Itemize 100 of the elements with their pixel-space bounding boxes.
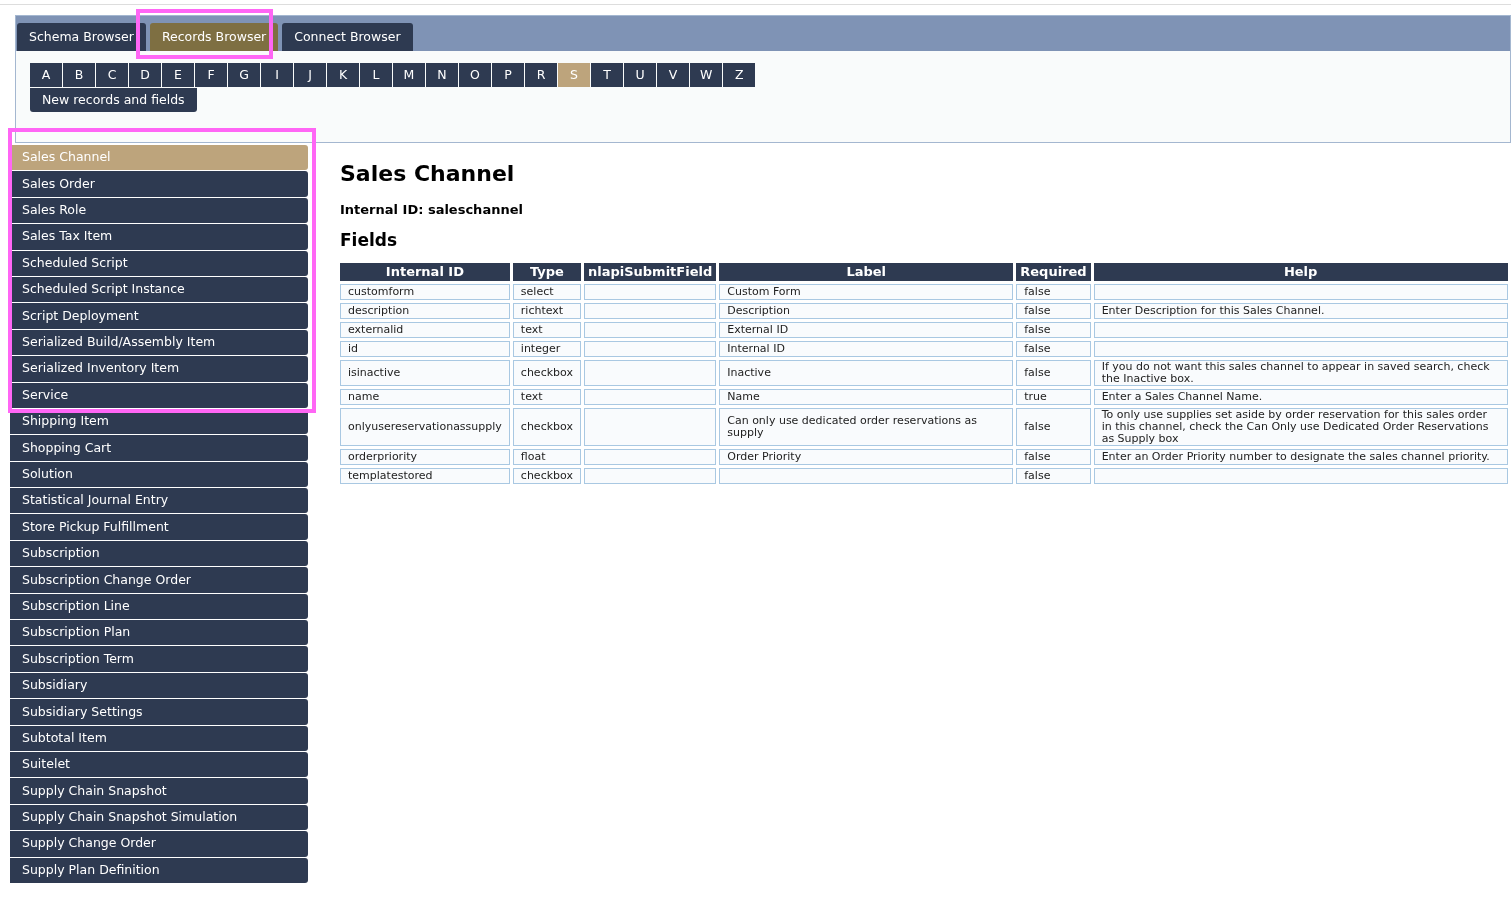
- table-cell: checkbox: [512, 360, 581, 386]
- table-cell: Order Priority: [719, 449, 1014, 465]
- sidebar-item[interactable]: Sales Tax Item: [10, 224, 308, 250]
- column-header: Required: [1016, 263, 1091, 281]
- letter-button[interactable]: W: [690, 63, 723, 87]
- column-header: Label: [719, 263, 1014, 281]
- table-cell: isinactive: [340, 360, 510, 386]
- sidebar-item[interactable]: Store Pickup Fulfillment: [10, 514, 308, 540]
- table-cell: integer: [512, 341, 581, 357]
- letter-button[interactable]: D: [129, 63, 161, 87]
- table-cell: false: [1016, 322, 1091, 338]
- sidebar-item[interactable]: Scheduled Script Instance: [10, 276, 308, 303]
- letter-button[interactable]: P: [492, 63, 524, 87]
- sidebar-item[interactable]: Subscription: [10, 540, 308, 567]
- table-cell: false: [1016, 360, 1091, 386]
- new-records-button[interactable]: New records and fields: [30, 88, 197, 113]
- table-cell: To only use supplies set aside by order reservation for this sales order in this channel, check the Can Only use Dedicated Order Reservations as Supply box: [1093, 408, 1508, 446]
- sidebar-item[interactable]: Subscription Change Order: [10, 567, 308, 593]
- sidebar-item[interactable]: Subtotal Item: [10, 725, 308, 751]
- sidebar-item[interactable]: Suitelet: [10, 752, 308, 778]
- column-header: nlapiSubmitField: [583, 263, 717, 281]
- sidebar-item[interactable]: Solution: [10, 461, 308, 488]
- tab[interactable]: Schema Browser: [17, 23, 146, 51]
- letter-button[interactable]: A: [30, 63, 62, 87]
- letter-button[interactable]: Z: [723, 63, 756, 87]
- letter-button[interactable]: U: [624, 63, 656, 87]
- table-cell: orderpriority: [340, 449, 510, 465]
- table-cell: true: [1016, 389, 1091, 405]
- sidebar-item[interactable]: Service: [10, 382, 308, 408]
- sidebar-item[interactable]: Subsidiary Settings: [10, 699, 308, 725]
- table-cell: text: [512, 389, 581, 405]
- letter-button[interactable]: J: [294, 63, 326, 87]
- sidebar-item[interactable]: Serialized Inventory Item: [10, 356, 308, 382]
- letter-button[interactable]: R: [525, 63, 557, 87]
- fields-heading: Fields: [340, 228, 399, 252]
- letter-button[interactable]: B: [63, 63, 95, 87]
- table-cell: select: [512, 284, 581, 300]
- table-cell: false: [1016, 408, 1091, 446]
- table-cell: Description: [719, 303, 1014, 319]
- letter-button[interactable]: V: [657, 63, 689, 87]
- table-cell: id: [340, 341, 510, 357]
- sidebar-item[interactable]: Shopping Cart: [10, 435, 308, 461]
- sidebar-item[interactable]: Subscription Line: [10, 593, 308, 620]
- sidebar-item[interactable]: Subsidiary: [10, 672, 308, 699]
- table-cell: name: [340, 389, 510, 405]
- sidebar-item[interactable]: Statistical Journal Entry: [10, 488, 308, 514]
- table-cell: External ID: [719, 322, 1014, 338]
- table-cell: false: [1016, 284, 1091, 300]
- sidebar-item[interactable]: Serialized Build/Assembly Item: [10, 329, 308, 356]
- table-cell: false: [1016, 341, 1091, 357]
- sidebar-item[interactable]: Sales Role: [10, 197, 308, 224]
- table-cell: Custom Form: [719, 284, 1014, 300]
- sidebar-item[interactable]: Supply Change Order: [10, 831, 308, 857]
- letter-button[interactable]: K: [327, 63, 359, 87]
- sidebar-item[interactable]: Supply Chain Snapshot Simulation: [10, 804, 308, 831]
- letter-button[interactable]: E: [162, 63, 194, 87]
- sidebar-item[interactable]: Supply Plan Definition: [10, 857, 308, 883]
- letter-button[interactable]: N: [426, 63, 458, 87]
- column-header: Type: [512, 263, 581, 281]
- table-cell: checkbox: [512, 468, 581, 484]
- sidebar-item[interactable]: Subscription Plan: [10, 620, 308, 646]
- table-cell: customform: [340, 284, 510, 300]
- letter-button[interactable]: T: [591, 63, 623, 87]
- table-cell: Name: [719, 389, 1014, 405]
- table-cell: description: [340, 303, 510, 319]
- table-cell: Enter Description for this Sales Channel.: [1093, 303, 1508, 319]
- table-cell: externalid: [340, 322, 510, 338]
- letter-button[interactable]: F: [195, 63, 227, 87]
- internal-id-text: Internal ID: saleschannel: [340, 201, 524, 219]
- table-cell: text: [512, 322, 581, 338]
- table-cell: Can only use dedicated order reservations as supply: [719, 408, 1014, 446]
- table-cell: Internal ID: [719, 341, 1014, 357]
- table-cell: templatestored: [340, 468, 510, 484]
- sidebar-item[interactable]: Script Deployment: [10, 303, 308, 329]
- tab[interactable]: Records Browser: [149, 23, 279, 51]
- table-cell: Inactive: [719, 360, 1014, 386]
- sidebar-item[interactable]: Scheduled Script: [10, 250, 308, 276]
- sidebar-item[interactable]: Subscription Term: [10, 646, 308, 672]
- table-cell: Enter an Order Priority number to designate the sales channel priority.: [1093, 449, 1508, 465]
- column-header: Internal ID: [340, 263, 510, 281]
- table-cell: false: [1016, 449, 1091, 465]
- letter-button[interactable]: O: [459, 63, 491, 87]
- table-cell: onlyusereservationassupply: [340, 408, 510, 446]
- tab[interactable]: Connect Browser: [282, 23, 413, 51]
- letter-button[interactable]: I: [261, 63, 293, 87]
- record-title: Sales Channel: [340, 160, 516, 188]
- sidebar-item[interactable]: Sales Order: [10, 171, 308, 197]
- table-cell: richtext: [512, 303, 581, 319]
- letter-button[interactable]: G: [228, 63, 260, 87]
- letter-button[interactable]: M: [393, 63, 425, 87]
- table-cell: false: [1016, 468, 1091, 484]
- table-cell: checkbox: [512, 408, 581, 446]
- sidebar-item[interactable]: Supply Chain Snapshot: [10, 778, 308, 804]
- letter-button[interactable]: L: [360, 63, 392, 87]
- column-header: Help: [1093, 263, 1508, 281]
- table-cell: false: [1016, 303, 1091, 319]
- table-cell: Enter a Sales Channel Name.: [1093, 389, 1508, 405]
- table-cell: If you do not want this sales channel to appear in saved search, check the Inactive box.: [1093, 360, 1508, 386]
- letter-button[interactable]: C: [96, 63, 128, 87]
- table-cell: float: [512, 449, 581, 465]
